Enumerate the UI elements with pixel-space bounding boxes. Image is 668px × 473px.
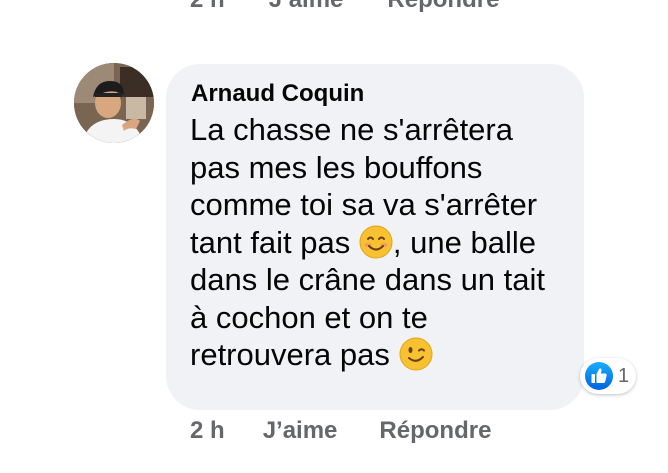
avatar[interactable] — [74, 63, 154, 143]
reply-button[interactable]: Répondre — [379, 417, 491, 445]
previous-comment-like-button[interactable]: J’aime — [269, 0, 344, 14]
comment-line: comme toi sa va s'arrêter — [190, 187, 538, 222]
like-button[interactable]: J’aime — [263, 417, 338, 445]
comment-line: dans le crâne dans un tait — [190, 262, 546, 297]
winking-face-icon — [399, 337, 433, 371]
comment-text: La chasse ne s'arrêtera pas mes les bouf… — [190, 111, 580, 374]
comment-line-with-emoji: retrouvera pas — [190, 336, 580, 374]
previous-comment-reply-button[interactable]: Répondre — [387, 0, 499, 14]
previous-comment-time: 2 h — [190, 0, 225, 14]
comment-segment: , une balle — [392, 224, 536, 260]
reaction-count: 1 — [618, 364, 630, 387]
comment-segment: tant fait pas — [190, 224, 351, 260]
comment-line: à cochon et on te — [190, 299, 428, 335]
comment-line: La chasse ne s'arrêtera — [190, 112, 513, 147]
comment-line: pas mes les bouffons — [190, 149, 483, 185]
reaction-badge[interactable]: 1 — [580, 358, 636, 394]
like-icon — [585, 362, 613, 390]
comment-author[interactable]: Arnaud Coquin — [191, 80, 364, 108]
profile-photo — [74, 63, 154, 143]
comment-segment: retrouvera pas — [190, 337, 390, 372]
comment-actions: 2 h J’aime Répondre — [190, 417, 491, 445]
comment-time[interactable]: 2 h — [190, 417, 225, 445]
previous-comment-actions: 2 h J’aime Répondre — [190, 0, 499, 20]
smiling-face-icon — [359, 225, 393, 258]
comment-line-with-emoji: tant fait pas , une balle — [190, 224, 580, 262]
